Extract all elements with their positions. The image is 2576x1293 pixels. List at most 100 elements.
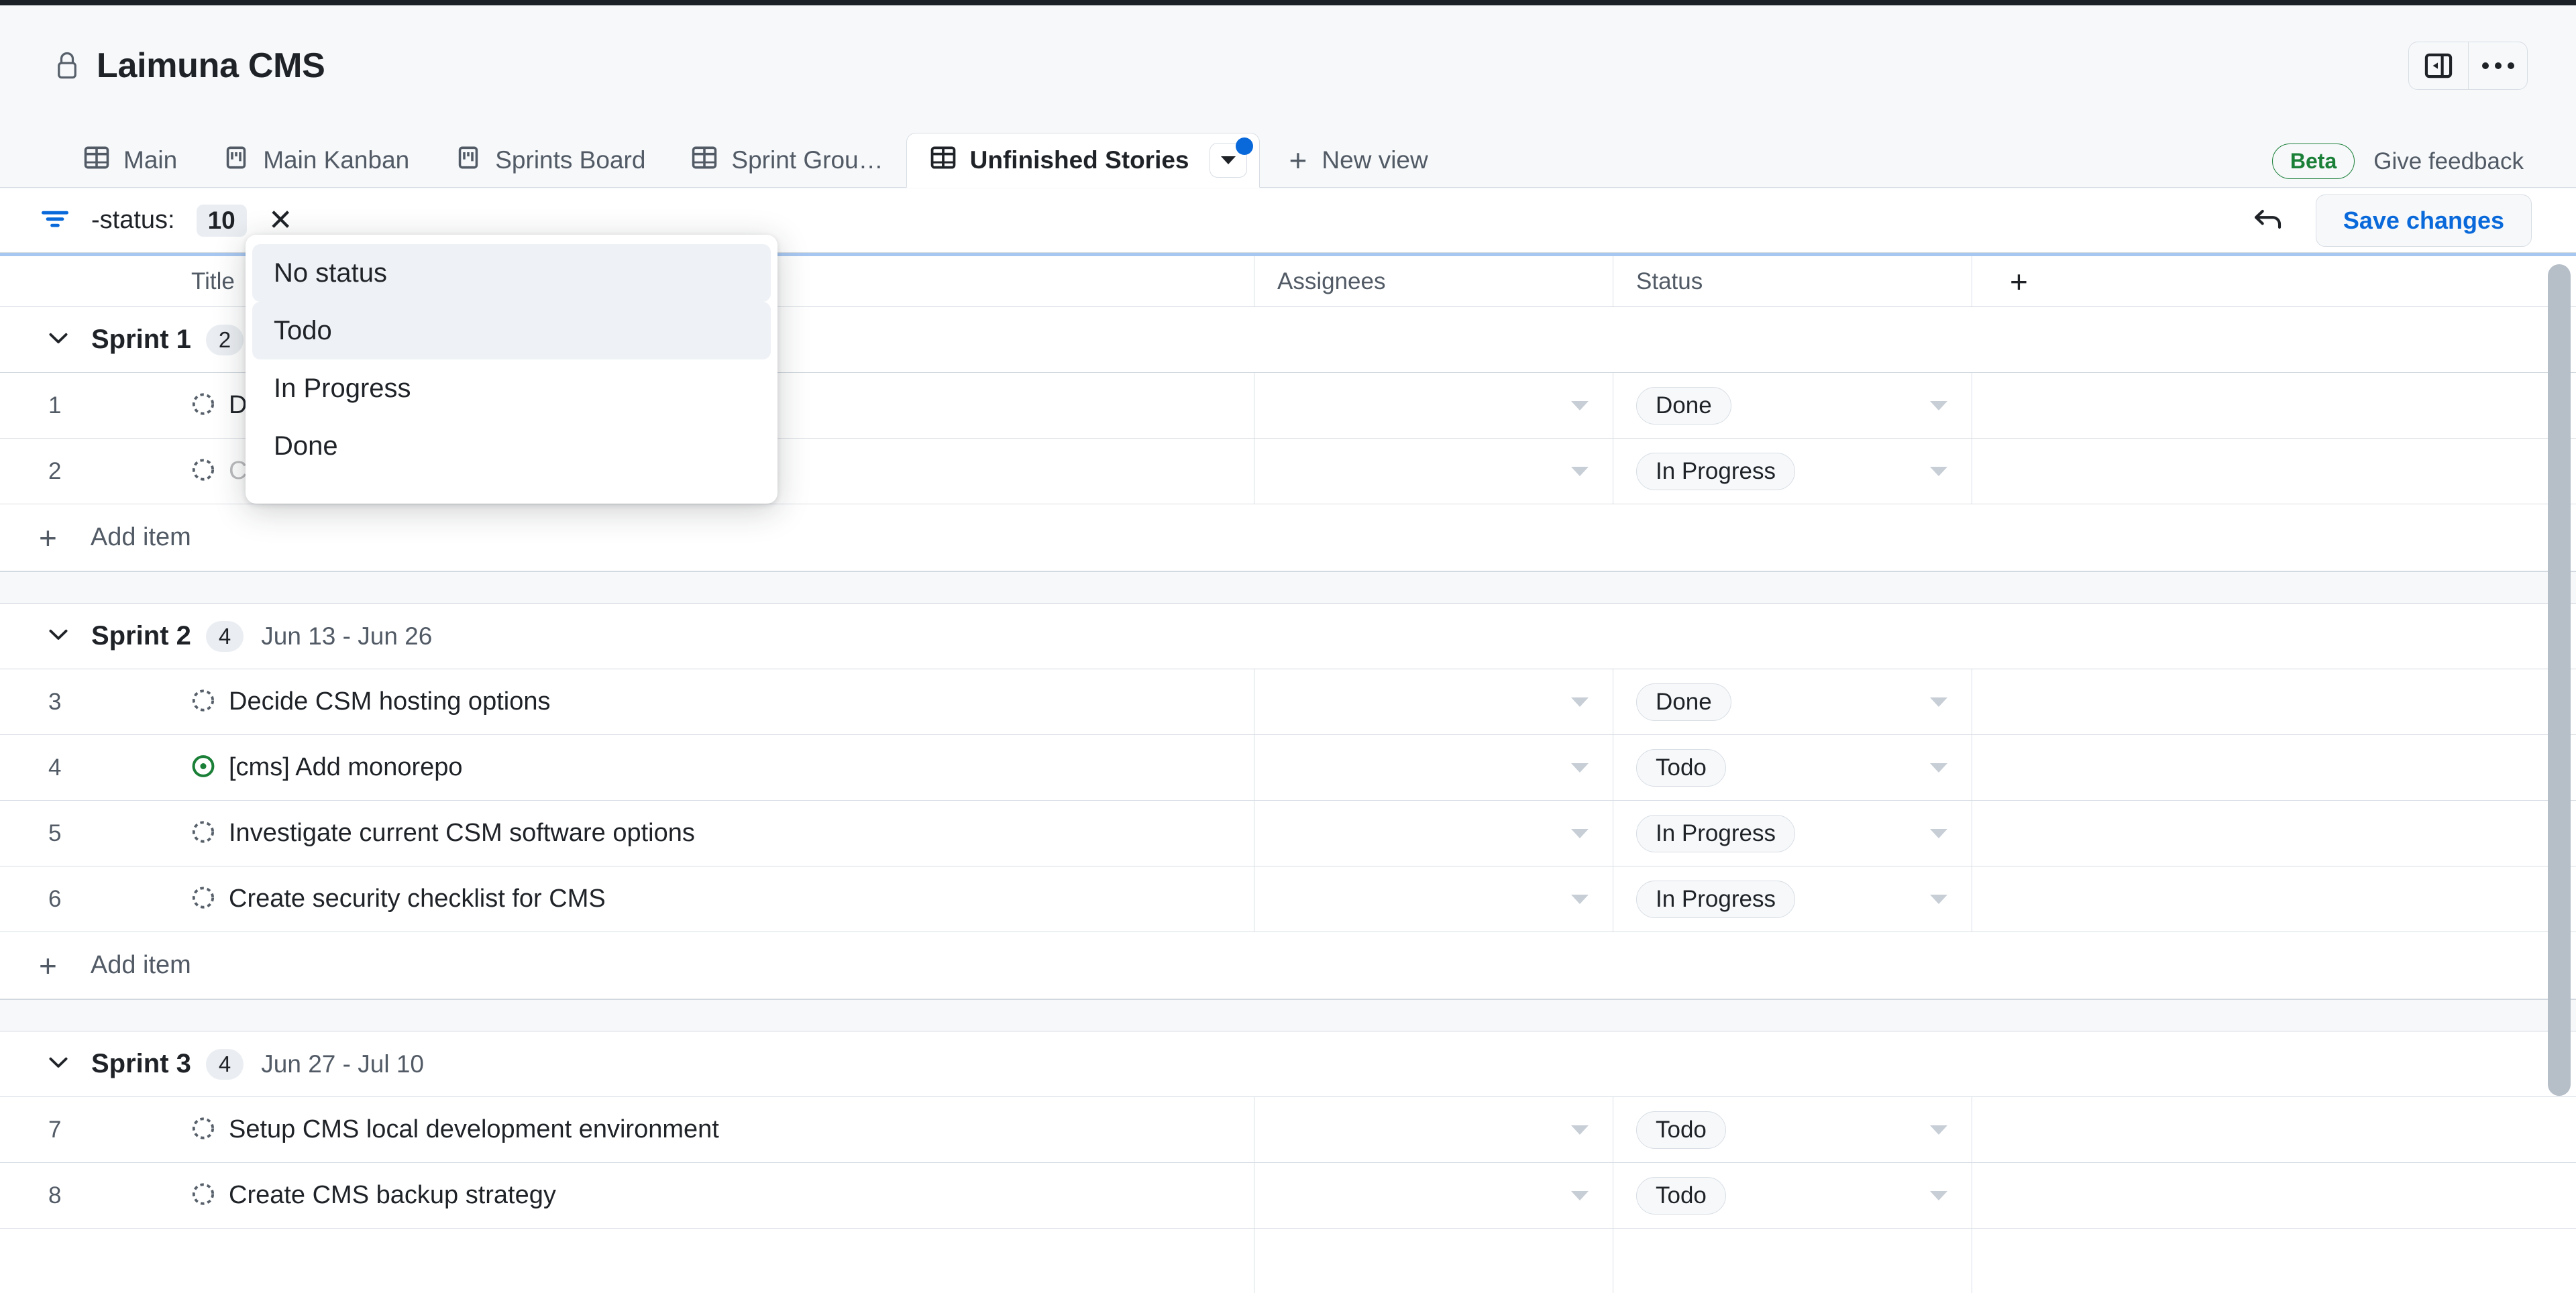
row-assignees-cell[interactable] [1254, 1229, 1613, 1293]
add-item-button[interactable]: + Add item [0, 504, 2576, 571]
chevron-down-icon[interactable] [1930, 697, 1947, 707]
chevron-down-icon[interactable] [1571, 763, 1589, 773]
tab-sprints-board[interactable]: Sprints Board [432, 133, 668, 187]
dropdown-option-no-status[interactable]: No status [252, 244, 771, 302]
table-row[interactable]: 8 Create CMS backup strategy Todo [0, 1163, 2576, 1229]
group-header-sprint-2: Sprint 2 4 Jun 13 - Jun 26 [0, 604, 2576, 669]
undo-arrow-icon[interactable] [2253, 205, 2284, 236]
tab-unfinished-stories[interactable]: Unfinished Stories [906, 133, 1260, 188]
scrollbar-thumb[interactable] [2548, 264, 2571, 1096]
plus-icon: + [39, 520, 57, 555]
chevron-down-icon[interactable] [1930, 763, 1947, 773]
row-title-cell[interactable]: Investigate current CSM software options [84, 801, 1254, 866]
close-icon[interactable]: ✕ [268, 205, 293, 235]
filter-icon[interactable] [40, 207, 70, 234]
row-status-cell[interactable]: Done [1613, 669, 1972, 734]
table-row[interactable] [0, 1229, 2576, 1293]
dropdown-option-todo[interactable]: Todo [252, 302, 771, 359]
row-title-cell[interactable]: [cms] Add monorepo [84, 735, 1254, 800]
tab-label: Main Kanban [263, 146, 410, 174]
chevron-down-icon[interactable] [1571, 1190, 1589, 1200]
status-filter-dropdown[interactable]: No status Todo In Progress Done [246, 235, 777, 504]
table-row[interactable]: 7 Setup CMS local development environmen… [0, 1097, 2576, 1163]
row-assignees-cell[interactable] [1254, 735, 1613, 800]
save-changes-button[interactable]: Save changes [2315, 194, 2532, 247]
table-row[interactable]: 3 Decide CSM hosting options Done [0, 669, 2576, 735]
group-date-range: Jun 13 - Jun 26 [261, 622, 433, 650]
row-number: 3 [48, 688, 62, 715]
tab-label: Sprints Board [495, 146, 646, 174]
row-status-cell[interactable]: Todo [1613, 1163, 1972, 1228]
table-row[interactable]: 6 Create security checklist for CMS In P… [0, 866, 2576, 932]
chevron-down-icon[interactable] [1571, 828, 1589, 838]
add-column-button[interactable]: + [1972, 256, 2576, 306]
tab-main[interactable]: Main [60, 133, 200, 187]
chevron-down-icon[interactable] [47, 626, 70, 646]
dropdown-option-done[interactable]: Done [246, 417, 777, 475]
add-item-label: Add item [90, 523, 191, 551]
row-status-cell[interactable]: Todo [1613, 735, 1972, 800]
row-number: 2 [48, 457, 62, 484]
view-tabs-bar: Main Main Kanban Sprints Board Sprint Gr… [0, 126, 2576, 188]
status-badge: Todo [1636, 1111, 1726, 1149]
row-title-cell[interactable]: Create CMS backup strategy [84, 1163, 1254, 1228]
chevron-down-icon[interactable] [1571, 894, 1589, 904]
row-status-cell[interactable]: In Progress [1613, 801, 1972, 866]
table-row[interactable]: 4 [cms] Add monorepo Todo [0, 735, 2576, 801]
chevron-down-icon[interactable] [1571, 1125, 1589, 1135]
add-item-button[interactable]: + Add item [0, 932, 2576, 999]
row-status-cell[interactable]: In Progress [1613, 866, 1972, 932]
chevron-down-icon[interactable] [1209, 137, 1253, 178]
chevron-down-icon[interactable] [1930, 400, 1947, 410]
row-status-cell[interactable]: In Progress [1613, 439, 1972, 504]
chevron-down-icon[interactable] [1930, 466, 1947, 476]
chevron-down-icon[interactable] [1571, 400, 1589, 410]
search-input[interactable]: -status: [91, 206, 175, 235]
row-status-cell[interactable] [1613, 1229, 1972, 1293]
group-header-sprint-3: Sprint 3 4 Jun 27 - Jul 10 [0, 1031, 2576, 1097]
chevron-down-icon[interactable] [1571, 697, 1589, 707]
chevron-down-icon[interactable] [1930, 1125, 1947, 1135]
sidebar-collapse-icon[interactable] [2409, 42, 2468, 89]
row-assignees-cell[interactable] [1254, 1163, 1613, 1228]
status-badge: Done [1636, 683, 1731, 721]
unsaved-changes-badge [1235, 137, 1253, 155]
row-title-cell[interactable]: Decide CSM hosting options [84, 669, 1254, 734]
row-assignees-cell[interactable] [1254, 1097, 1613, 1162]
header-button-group [2408, 42, 2528, 90]
table-row[interactable]: 5 Investigate current CSM software optio… [0, 801, 2576, 866]
new-view-button[interactable]: + New view [1276, 133, 1442, 187]
row-title-cell[interactable]: Setup CMS local development environment [84, 1097, 1254, 1162]
row-status-cell[interactable]: Todo [1613, 1097, 1972, 1162]
row-assignees-cell[interactable] [1254, 373, 1613, 438]
row-assignees-cell[interactable] [1254, 439, 1613, 504]
give-feedback-link[interactable]: Give feedback [2373, 148, 2524, 175]
chevron-down-icon[interactable] [47, 330, 70, 349]
row-title: Create security checklist for CMS [229, 885, 606, 913]
row-status-cell[interactable]: Done [1613, 373, 1972, 438]
tab-sprint-grouped[interactable]: Sprint Grou… [668, 133, 906, 187]
row-title-cell[interactable]: Create security checklist for CMS [84, 866, 1254, 932]
row-assignees-cell[interactable] [1254, 669, 1613, 734]
row-title-cell[interactable] [84, 1229, 1254, 1293]
dropdown-option-in-progress[interactable]: In Progress [246, 359, 777, 417]
column-header-assignees[interactable]: Assignees [1254, 256, 1613, 306]
chevron-down-icon[interactable] [1930, 894, 1947, 904]
chevron-down-icon[interactable] [47, 1054, 70, 1074]
column-header-status[interactable]: Status [1613, 256, 1972, 306]
vertical-scrollbar[interactable] [2548, 259, 2571, 1285]
tab-main-kanban[interactable]: Main Kanban [200, 133, 432, 187]
row-assignees-cell[interactable] [1254, 801, 1613, 866]
table-view-icon [930, 144, 957, 177]
chevron-down-icon[interactable] [1930, 828, 1947, 838]
chevron-down-icon[interactable] [1571, 466, 1589, 476]
status-badge: In Progress [1636, 880, 1795, 918]
filter-query-group[interactable]: -status: 10 ✕ [40, 204, 293, 237]
chevron-down-icon[interactable] [1930, 1190, 1947, 1200]
row-assignees-cell[interactable] [1254, 866, 1613, 932]
row-extra-cell [1972, 439, 2576, 504]
row-number-header [0, 256, 84, 306]
board-view-icon [223, 144, 250, 177]
kebab-menu-icon[interactable] [2468, 42, 2527, 89]
row-extra-cell [1972, 669, 2576, 734]
